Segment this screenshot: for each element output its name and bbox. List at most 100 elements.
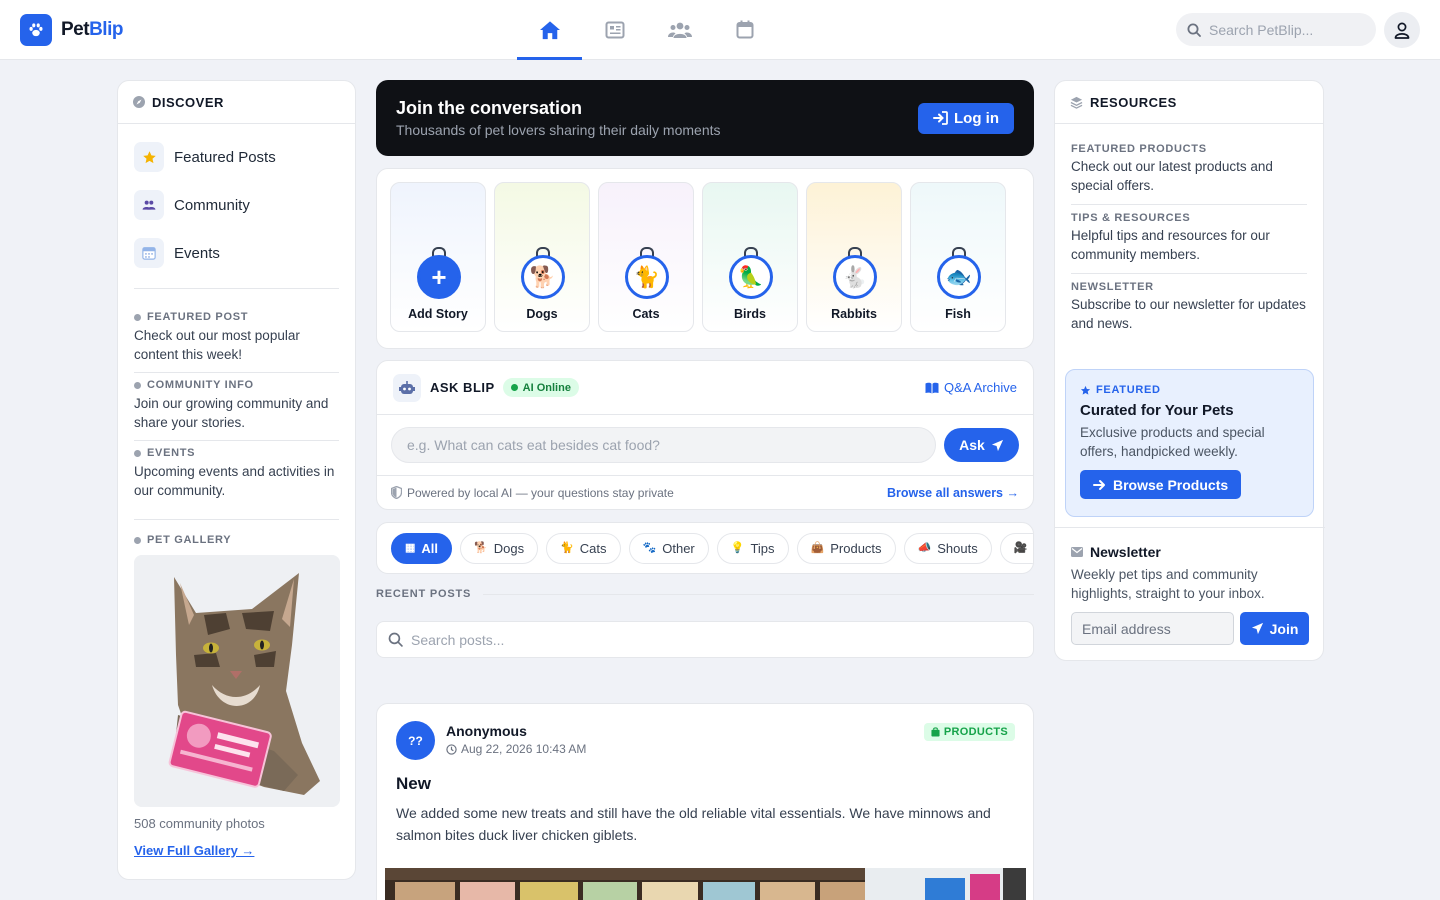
filter-chip-label: Videos [1033, 541, 1034, 556]
banner-title: Join the conversation [396, 98, 583, 118]
resource-featured-products[interactable]: FEATURED PRODUCTS Check out our latest p… [1071, 136, 1307, 205]
bullet-icon [134, 536, 141, 544]
logo[interactable]: PetBlip [20, 14, 123, 46]
info-text: Upcoming events and activities in our co… [134, 464, 335, 498]
browse-products-label: Browse Products [1113, 476, 1229, 493]
story-avatar-icon: 🐇 [833, 255, 877, 299]
login-button[interactable]: Log in [918, 102, 1014, 134]
global-search-input[interactable] [1209, 21, 1359, 38]
sidebar-item-community[interactable]: Community [134, 181, 339, 229]
browse-answers-link[interactable]: Browse all answers → [887, 486, 1019, 500]
resource-newsletter[interactable]: NEWSLETTER Subscribe to our newsletter f… [1071, 274, 1307, 342]
filter-chip-label: Products [830, 541, 882, 556]
category-badge-label: PRODUCTS [943, 726, 1008, 738]
global-search[interactable] [1176, 13, 1376, 46]
video-icon: 🎥 [1013, 542, 1028, 554]
story-birds[interactable]: 🦜 Birds [702, 182, 798, 332]
top-nav [517, 0, 777, 60]
lightbulb-icon: 💡 [730, 542, 745, 554]
info-tag: COMMUNITY INFO [147, 379, 254, 391]
top-bar: PetBlip [0, 0, 1440, 60]
gallery-cat-photo[interactable] [134, 555, 340, 807]
qa-archive-link[interactable]: Q&A Archive [925, 380, 1017, 395]
story-label: Add Story [408, 307, 468, 321]
story-avatar-icon: 🐕 [521, 255, 565, 299]
send-icon [1251, 622, 1263, 635]
story-label: Cats [632, 307, 660, 321]
recent-posts-title: RECENT POSTS [376, 588, 472, 600]
dog-icon: 🐕 [474, 542, 488, 554]
info-tag: EVENTS [147, 447, 196, 459]
story-rabbits[interactable]: 🐇 Rabbits [806, 182, 902, 332]
online-dot-icon [510, 384, 518, 391]
cat-icon: 🐈 [560, 542, 574, 554]
newsletter-section: Newsletter Weekly pet tips and community… [1055, 527, 1325, 645]
resource-text: Helpful tips and resources for our commu… [1071, 228, 1270, 262]
browse-products-button[interactable]: Browse Products [1080, 470, 1242, 499]
post-image[interactable] [385, 868, 1026, 900]
filter-chip-shouts[interactable]: 📣 Shouts [903, 533, 992, 564]
discover-header: DISCOVER [118, 81, 355, 124]
qa-archive-label: Q&A Archive [944, 380, 1017, 395]
join-banner: Join the conversation Thousands of pet l… [376, 80, 1034, 156]
resource-tips[interactable]: TIPS & RESOURCES Helpful tips and resour… [1071, 205, 1307, 274]
post-author[interactable]: Anonymous [446, 723, 527, 739]
bag-icon [931, 727, 940, 737]
resource-tag: NEWSLETTER [1071, 281, 1154, 293]
filter-chip-label: Shouts [937, 541, 978, 556]
info-featured-post: FEATURED POST Check out our most popular… [134, 305, 339, 373]
filter-chip-label: Tips [750, 541, 775, 556]
recent-posts-header: RECENT POSTS [376, 588, 1034, 600]
filter-chip-cats[interactable]: 🐈 Cats [546, 533, 621, 564]
story-avatar-icon: 🦜 [729, 255, 773, 299]
filter-chip-all[interactable]: ▦ All [391, 533, 453, 564]
bullet-icon [134, 449, 141, 457]
privacy-note: Powered by local AI — your questions sta… [407, 485, 674, 500]
post-body: We added some new treats and still have … [396, 805, 991, 843]
user-icon [1394, 22, 1410, 39]
info-text: Check out our most popular content this … [134, 328, 300, 362]
nav-events[interactable] [712, 0, 777, 60]
join-label: Join [1269, 620, 1299, 637]
filter-chip-videos[interactable]: 🎥 Videos [999, 533, 1034, 564]
arrow-right-icon [1093, 479, 1105, 490]
filter-chip-products[interactable]: 👜 Products [796, 533, 896, 564]
resource-text: Subscribe to our newsletter for updates … [1071, 297, 1306, 331]
story-add-story[interactable]: + Add Story [390, 182, 486, 332]
post-search-input[interactable] [411, 631, 1011, 648]
ask-question-input[interactable] [391, 427, 936, 463]
divider [483, 593, 1034, 595]
story-cats[interactable]: 🐈 Cats [598, 182, 694, 332]
nav-news[interactable] [582, 0, 647, 60]
category-badge[interactable]: PRODUCTS [923, 723, 1015, 741]
email-field[interactable] [1071, 612, 1234, 645]
filter-chip-other[interactable]: 🐾 Other [628, 533, 709, 564]
ask-button-label: Ask [959, 437, 985, 453]
post-date: Aug 22, 2026 10:43 AM [446, 742, 586, 756]
avatar[interactable]: ?? [396, 721, 435, 760]
filter-chip-label: Other [662, 541, 695, 556]
story-fish[interactable]: 🐟 Fish [910, 182, 1006, 332]
users-icon [134, 190, 164, 220]
story-dogs[interactable]: 🐕 Dogs [494, 182, 590, 332]
calendar-icon [736, 20, 753, 39]
sidebar-item-events[interactable]: Events [134, 229, 339, 277]
paw-icon: 🐾 [642, 542, 657, 554]
sidebar-item-featured-posts[interactable]: Featured Posts [134, 133, 339, 181]
filter-chip-dogs[interactable]: 🐕 Dogs [460, 533, 539, 564]
story-label: Rabbits [831, 307, 877, 321]
sign-in-icon [933, 111, 948, 125]
calendar-icon [134, 238, 164, 268]
filter-chip-tips[interactable]: 💡 Tips [716, 533, 789, 564]
story-label: Fish [945, 307, 971, 321]
filter-chip-label: Cats [579, 541, 607, 556]
ask-button[interactable]: Ask [944, 428, 1019, 462]
nav-community[interactable] [647, 0, 712, 60]
join-newsletter-button[interactable]: Join [1240, 612, 1309, 645]
user-menu-button[interactable] [1384, 12, 1420, 48]
nav-home[interactable] [517, 0, 582, 60]
grid-icon: ▦ [405, 542, 416, 554]
post-search[interactable] [376, 621, 1034, 658]
story-avatar-icon: 🐟 [937, 255, 981, 299]
view-gallery-link[interactable]: View Full Gallery → [134, 843, 254, 858]
